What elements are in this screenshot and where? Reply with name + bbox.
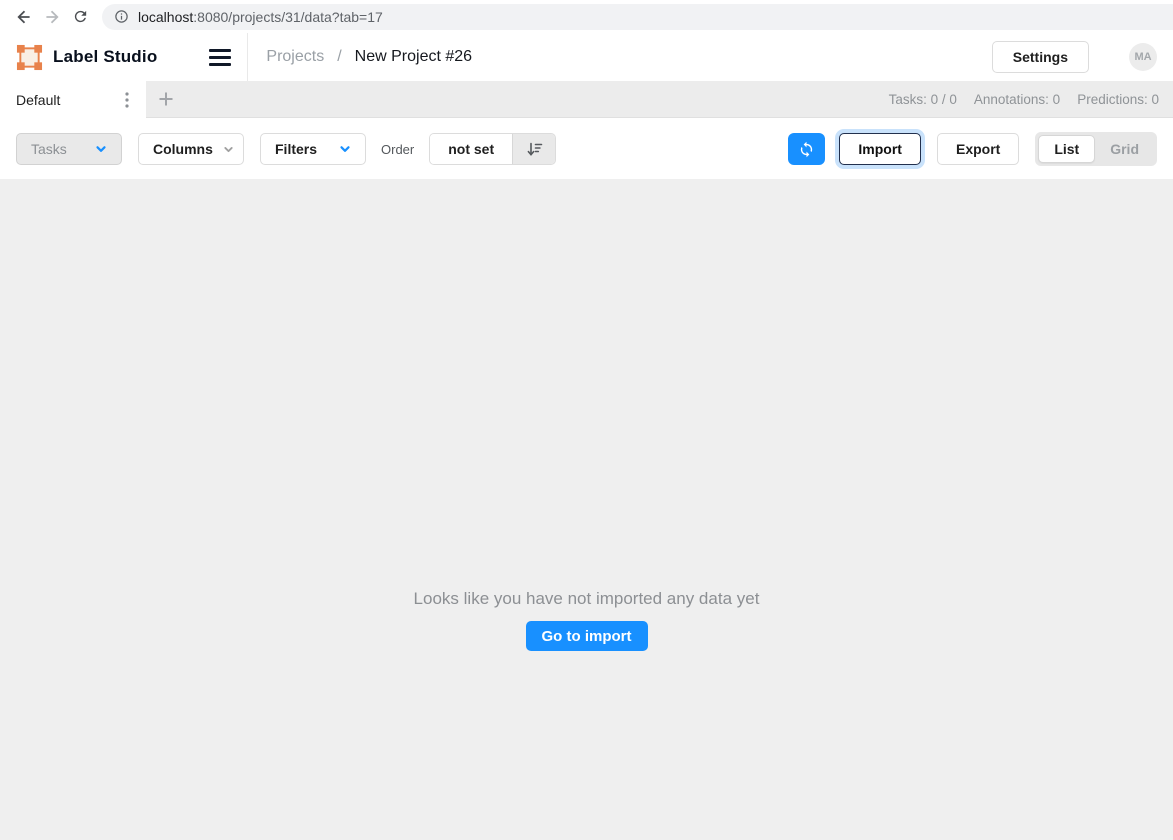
tab-options-button[interactable] (116, 88, 138, 112)
chevron-down-icon (95, 143, 107, 155)
browser-forward-button[interactable] (38, 3, 66, 31)
tasks-dropdown-label: Tasks (31, 141, 67, 157)
import-button-focus-ring: Import (835, 129, 925, 169)
chevron-down-icon (223, 144, 234, 155)
hamburger-menu-button[interactable] (203, 40, 237, 74)
go-to-import-button[interactable]: Go to import (526, 621, 648, 651)
data-manager-empty-area: Looks like you have not imported any dat… (0, 179, 1173, 840)
add-tab-button[interactable] (146, 81, 186, 117)
refresh-icon (798, 141, 815, 158)
kebab-icon (125, 92, 129, 108)
columns-dropdown-label: Columns (153, 141, 213, 157)
chevron-down-icon (339, 143, 351, 155)
breadcrumb-projects-link[interactable]: Projects (266, 48, 324, 66)
sort-descending-icon (525, 140, 543, 158)
annotations-count: Annotations: 0 (974, 92, 1060, 107)
tab-stats: Tasks: 0 / 0 Annotations: 0 Predictions:… (889, 81, 1173, 117)
plus-icon (158, 91, 174, 107)
view-toggle: List Grid (1035, 132, 1157, 166)
forward-icon (43, 8, 61, 26)
url-path: :8080/projects/31/data?tab=17 (193, 9, 383, 25)
order-control: not set (429, 133, 556, 165)
tab-default[interactable]: Default (0, 81, 146, 118)
refresh-button[interactable] (788, 133, 825, 165)
avatar[interactable]: MA (1129, 43, 1157, 71)
logo-icon (16, 44, 43, 71)
tasks-count: Tasks: 0 / 0 (889, 92, 957, 107)
reload-icon (72, 8, 89, 25)
columns-dropdown-button[interactable]: Columns (138, 133, 244, 165)
import-button[interactable]: Import (839, 133, 921, 165)
browser-back-button[interactable] (10, 3, 38, 31)
tab-label: Default (16, 92, 60, 108)
breadcrumb-separator: / (337, 48, 341, 66)
breadcrumb: Projects / New Project #26 (266, 48, 472, 66)
page-title: New Project #26 (355, 48, 472, 66)
logo-text: Label Studio (53, 47, 157, 67)
browser-chrome: localhost:8080/projects/31/data?tab=17 (0, 0, 1173, 33)
filters-dropdown-button[interactable]: Filters (260, 133, 366, 165)
toolbar: Tasks Columns Filters Order not set (0, 118, 1173, 179)
predictions-count: Predictions: 0 (1077, 92, 1159, 107)
url-bar[interactable]: localhost:8080/projects/31/data?tab=17 (102, 4, 1173, 30)
filters-dropdown-label: Filters (275, 141, 317, 157)
export-button[interactable]: Export (937, 133, 1019, 165)
order-value-button[interactable]: not set (430, 134, 512, 164)
empty-state-message: Looks like you have not imported any dat… (414, 589, 760, 609)
tab-bar: Default Tasks: 0 / 0 Annotations: 0 Pred… (0, 81, 1173, 118)
app-header: Label Studio Projects / New Project #26 … (0, 33, 1173, 81)
browser-reload-button[interactable] (66, 3, 94, 31)
tasks-dropdown-button[interactable]: Tasks (16, 133, 122, 165)
order-label: Order (381, 142, 414, 157)
back-icon (15, 8, 33, 26)
info-icon[interactable] (114, 9, 129, 24)
label-studio-logo[interactable]: Label Studio (0, 44, 157, 71)
view-list-button[interactable]: List (1038, 135, 1095, 163)
sort-direction-button[interactable] (512, 134, 555, 164)
url-host: localhost (138, 9, 193, 25)
view-grid-button[interactable]: Grid (1095, 135, 1154, 163)
settings-button[interactable]: Settings (992, 41, 1089, 73)
header-divider (247, 33, 248, 81)
